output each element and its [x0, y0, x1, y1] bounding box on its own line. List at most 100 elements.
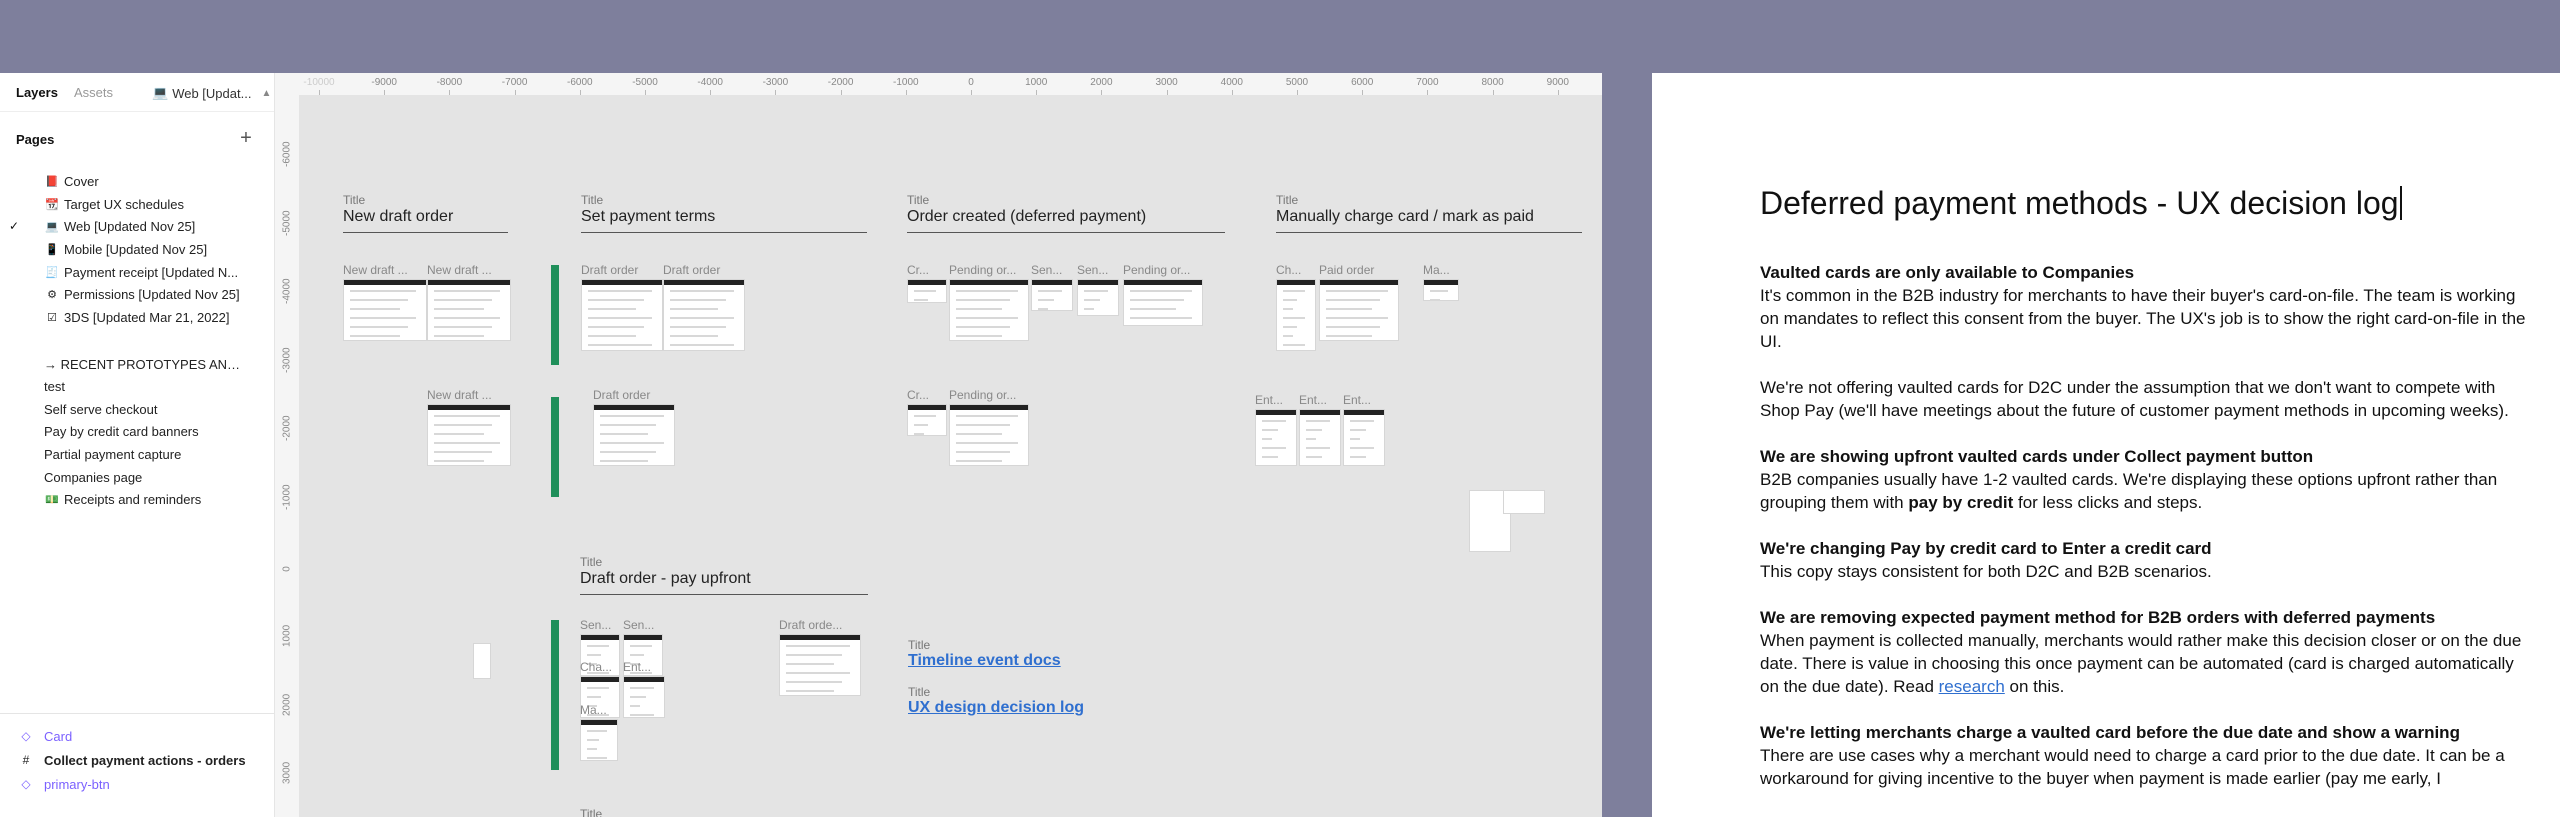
frame-thumbnail[interactable] [1077, 279, 1119, 316]
current-page-selector[interactable]: 💻 Web [Updat... ▲ [152, 85, 271, 101]
frame-label[interactable]: Draft order [593, 388, 650, 402]
page-item[interactable]: 📆 Target UX schedules [0, 193, 274, 215]
frame-thumbnail[interactable] [581, 279, 663, 351]
page-item[interactable]: Partial payment capture [0, 443, 274, 465]
page-item[interactable]: 📱 Mobile [Updated Nov 25] [0, 238, 274, 260]
page-item[interactable]: ✓ 💻 Web [Updated Nov 25] [0, 215, 274, 237]
frame-topbar [1277, 280, 1315, 285]
frame-thumbnail[interactable] [949, 279, 1029, 341]
frame-content-line [1262, 420, 1286, 422]
frame-label[interactable]: Ent... [623, 660, 651, 674]
frame-label[interactable]: Sen... [1077, 263, 1108, 277]
frame-label[interactable]: Ent... [1299, 393, 1327, 407]
frame-label[interactable]: Ma... [580, 703, 607, 717]
frame-label[interactable]: Ch... [1276, 263, 1301, 277]
frame-thumbnail[interactable] [1343, 409, 1385, 466]
frame-thumbnail[interactable] [1276, 279, 1316, 351]
page-item[interactable]: ☑ 3DS [Updated Mar 21, 2022] [0, 306, 274, 328]
frame-thumbnail[interactable] [473, 643, 491, 679]
layer-item[interactable]: ◇ Card [0, 725, 274, 747]
section-title-manually-charge-card[interactable]: Title Manually charge card / mark as pai… [1276, 193, 1582, 233]
section-title-set-payment-terms[interactable]: Title Set payment terms [581, 193, 867, 233]
page-item[interactable]: → RECENT PROTOTYPES AND ... [0, 353, 274, 375]
frame-content-line [350, 326, 408, 328]
page-item[interactable]: 📕 Cover [0, 170, 274, 192]
frame-content-line [1430, 299, 1440, 301]
frame-label[interactable]: Ent... [1255, 393, 1283, 407]
add-page-button[interactable]: + [238, 127, 254, 150]
section-title-bottom[interactable]: Title [580, 807, 868, 817]
frame-thumbnail[interactable] [779, 634, 861, 696]
frame-thumbnail[interactable] [343, 279, 427, 341]
layer-item[interactable]: # Collect payment actions - orders [0, 749, 274, 771]
frame-label[interactable]: Draft order [663, 263, 720, 277]
frame-thumbnail[interactable] [907, 279, 947, 303]
frame-label[interactable]: New draft ... [427, 263, 492, 277]
frame-content-line [600, 433, 648, 435]
frame-label[interactable]: Paid order [1319, 263, 1374, 277]
doc-section-body: When payment is collected manually, merc… [1760, 631, 2522, 696]
page-item[interactable]: ⚙ Permissions [Updated Nov 25] [0, 283, 274, 305]
frame-label[interactable]: Draft orde... [779, 618, 842, 632]
ruler-tick-label: -1000 [893, 77, 919, 88]
frame-thumbnail[interactable] [623, 676, 665, 718]
design-canvas[interactable]: Title New draft order Title Set payment … [299, 95, 1602, 817]
frame-thumbnail[interactable] [427, 279, 511, 341]
frame-label[interactable]: Sen... [580, 618, 611, 632]
tab-assets[interactable]: Assets [74, 85, 113, 100]
frame-content-line [914, 299, 928, 301]
ux-design-decision-log-link[interactable]: UX design decision log [908, 699, 1084, 717]
frame-label[interactable]: Ma... [1423, 263, 1450, 277]
frame-thumbnail[interactable] [1503, 490, 1545, 514]
frame-thumbnail[interactable] [1299, 409, 1341, 466]
frame-thumbnail[interactable] [427, 404, 511, 466]
frame-label[interactable]: Sen... [623, 618, 654, 632]
frame-thumbnail[interactable] [1031, 279, 1073, 311]
frame-label[interactable]: New draft ... [343, 263, 408, 277]
research-link[interactable]: research [1939, 677, 2005, 696]
section-title-draft-order-pay-upfront[interactable]: Title Draft order - pay upfront [580, 555, 868, 595]
tab-layers[interactable]: Layers [16, 85, 58, 100]
ruler-tick-label: -6000 [281, 141, 293, 167]
frame-thumbnail[interactable] [1319, 279, 1399, 341]
page-item[interactable]: test [0, 375, 274, 397]
section-name: Set payment terms [581, 208, 867, 233]
doc-section-heading: Vaulted cards are only available to Comp… [1760, 263, 2135, 282]
page-item[interactable]: Self serve checkout [0, 398, 274, 420]
frame-label[interactable]: Pending or... [949, 388, 1016, 402]
frame-label[interactable]: Pending or... [1123, 263, 1190, 277]
section-title-new-draft-order[interactable]: Title New draft order [343, 193, 508, 233]
frame-thumbnail[interactable] [907, 404, 947, 436]
section-title-order-created[interactable]: Title Order created (deferred payment) [907, 193, 1225, 233]
frame-content-line [670, 290, 734, 292]
sidebar-tabs: Layers Assets 💻 Web [Updat... ▲ [0, 73, 274, 112]
frame-label[interactable]: Cha... [580, 660, 612, 674]
frame-topbar [664, 280, 744, 285]
layer-item[interactable]: ◇ primary-btn [0, 773, 274, 795]
document-body[interactable]: Vaulted cards are only available to Comp… [1760, 261, 2530, 813]
frame-thumbnail[interactable] [580, 719, 618, 761]
frame-label[interactable]: Cr... [907, 388, 929, 402]
frame-content-line [914, 415, 936, 417]
page-item[interactable]: Pay by credit card banners [0, 420, 274, 442]
frame-label[interactable]: New draft ... [427, 388, 492, 402]
frame-content-line [1306, 447, 1330, 449]
document-title-wrapper[interactable]: Deferred payment methods - UX decision l… [1760, 185, 2402, 222]
frame-thumbnail[interactable] [949, 404, 1029, 466]
page-item[interactable]: 💵 Receipts and reminders [0, 488, 274, 510]
timeline-event-docs-link[interactable]: Timeline event docs [908, 652, 1061, 670]
page-item[interactable]: Companies page [0, 466, 274, 488]
frame-thumbnail[interactable] [1255, 409, 1297, 466]
frame-thumbnail[interactable] [1123, 279, 1203, 326]
frame-thumbnail[interactable] [1423, 279, 1459, 301]
frame-label[interactable]: Pending or... [949, 263, 1016, 277]
page-item[interactable]: 🧾 Payment receipt [Updated N... [0, 261, 274, 283]
frame-label[interactable]: Sen... [1031, 263, 1062, 277]
frame-label[interactable]: Draft order [581, 263, 638, 277]
frame-label[interactable]: Cr... [907, 263, 929, 277]
frame-content-line [914, 433, 924, 435]
frame-thumbnail[interactable] [593, 404, 675, 466]
frame-label[interactable]: Ent... [1343, 393, 1371, 407]
frame-thumbnail[interactable] [663, 279, 745, 351]
frame-content-line [1038, 299, 1054, 301]
